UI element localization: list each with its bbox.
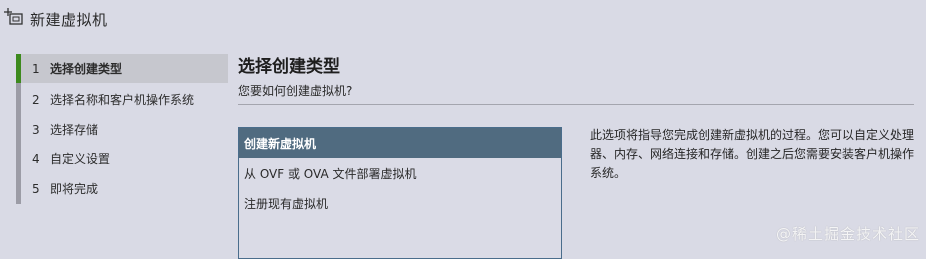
step-select-creation-type[interactable]: 1 选择创建类型 bbox=[16, 54, 228, 83]
step-select-storage[interactable]: 3 选择存储 bbox=[16, 115, 228, 144]
window-title: 新建虚拟机 bbox=[30, 11, 108, 29]
page-subtitle: 您要如何创建虚拟机? bbox=[238, 84, 353, 98]
step-number: 2 bbox=[32, 92, 40, 107]
option-label: 创建新虚拟机 bbox=[244, 136, 317, 151]
creation-type-list[interactable]: 创建新虚拟机 从 OVF 或 OVA 文件部署虚拟机 注册现有虚拟机 bbox=[238, 127, 562, 259]
title-bar: 新建虚拟机 bbox=[0, 0, 926, 40]
divider bbox=[238, 104, 914, 105]
step-label: 选择创建类型 bbox=[50, 62, 123, 76]
option-description: 此选项将指导您完成创建新虚拟机的过程。您可以自定义处理器、内存、网络连接和存储。… bbox=[590, 128, 915, 180]
step-label: 自定义设置 bbox=[50, 152, 111, 166]
option-register-existing-vm[interactable]: 注册现有虚拟机 bbox=[239, 188, 561, 218]
option-deploy-from-ovf-ova[interactable]: 从 OVF 或 OVA 文件部署虚拟机 bbox=[239, 158, 561, 188]
option-label: 注册现有虚拟机 bbox=[244, 196, 329, 211]
step-number: 1 bbox=[32, 61, 40, 76]
step-select-name-and-guest-os[interactable]: 2 选择名称和客户机操作系统 bbox=[16, 85, 228, 114]
main-panel: 选择创建类型 您要如何创建虚拟机? 创建新虚拟机 从 OVF 或 OVA 文件部… bbox=[238, 50, 918, 259]
step-label: 选择存储 bbox=[50, 123, 99, 137]
step-number: 3 bbox=[32, 122, 40, 137]
page-title: 选择创建类型 bbox=[238, 57, 340, 77]
option-label: 从 OVF 或 OVA 文件部署虚拟机 bbox=[244, 166, 417, 181]
watermark: @稀土掘金技术社区 bbox=[775, 225, 920, 243]
option-create-new-vm[interactable]: 创建新虚拟机 bbox=[239, 128, 561, 158]
step-number: 4 bbox=[32, 151, 40, 166]
step-number: 5 bbox=[32, 181, 40, 196]
step-customize-settings[interactable]: 4 自定义设置 bbox=[16, 144, 228, 173]
step-label: 即将完成 bbox=[50, 182, 99, 196]
step-ready-to-complete[interactable]: 5 即将完成 bbox=[16, 174, 228, 203]
step-label: 选择名称和客户机操作系统 bbox=[50, 93, 195, 107]
wizard-steps: 1 选择创建类型 2 选择名称和客户机操作系统 3 选择存储 4 自定义设置 5… bbox=[16, 54, 228, 250]
new-vm-icon bbox=[4, 8, 23, 25]
active-step-indicator bbox=[16, 54, 21, 83]
